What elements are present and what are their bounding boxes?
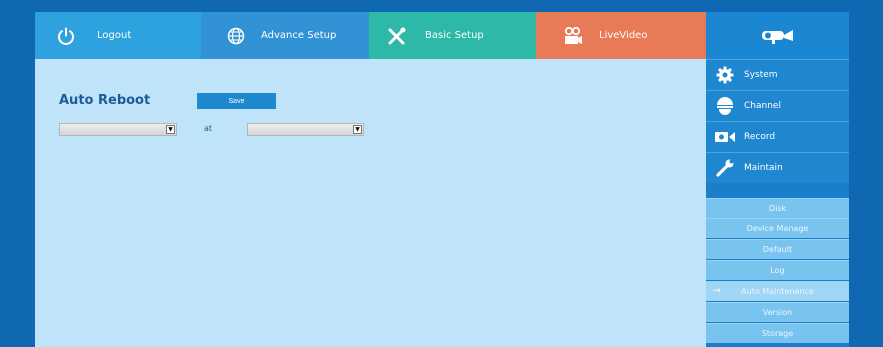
app-window: Logout Advance Setup Basic Setup LiveVid… (35, 12, 849, 347)
arrow-right-icon: → (713, 286, 721, 296)
sidebar-item-system[interactable]: System (706, 59, 849, 90)
sidebar-subitem-label: Device Manage (746, 224, 809, 233)
main-content: Auto Reboot Save ▼ at ▼ (35, 59, 706, 347)
sidebar-subitem-device-manage[interactable]: Device Manage (706, 218, 849, 238)
sidebar-subitem-disk[interactable]: Disk (706, 198, 849, 218)
sidebar-item-record[interactable]: Record (706, 121, 849, 152)
sidebar-subitem-label: Version (762, 308, 793, 317)
sidebar-subitem-label: Auto Maintenance (741, 287, 814, 296)
video-camera-icon (706, 130, 744, 144)
reboot-time-select[interactable]: ▼ (247, 123, 364, 136)
camera-icon (544, 26, 599, 46)
cctv-logo-icon (760, 27, 796, 45)
tab-logout-label: Logout (97, 30, 132, 41)
dome-camera-icon (706, 96, 744, 116)
dropdown-arrow-icon[interactable]: ▼ (166, 125, 175, 134)
save-button[interactable]: Save (197, 93, 276, 109)
top-navigation: Logout Advance Setup Basic Setup LiveVid… (35, 12, 849, 65)
sidebar-subitem-label: Storage (761, 329, 794, 338)
globe-icon (211, 27, 261, 45)
tab-advance-setup[interactable]: Advance Setup (201, 12, 369, 65)
sidebar-subitem-storage[interactable]: Storage (706, 323, 849, 343)
wrench-icon (706, 158, 744, 178)
sidebar-item-label: Maintain (744, 163, 783, 173)
sidebar-subitem-version[interactable]: Version (706, 302, 849, 322)
tab-basic-setup[interactable]: Basic Setup (369, 12, 536, 59)
page-title: Auto Reboot (59, 93, 151, 108)
at-label: at (204, 124, 213, 133)
sidebar-subitem-label: Log (770, 266, 785, 275)
tab-basic-setup-label: Basic Setup (425, 30, 484, 41)
sidebar-item-label: Record (744, 132, 776, 142)
sidebar-subitem-auto-maintenance[interactable]: → Auto Maintenance (706, 281, 849, 301)
sidebar-subitem-default[interactable]: Default (706, 239, 849, 259)
reboot-frequency-select[interactable]: ▼ (59, 123, 177, 136)
dropdown-arrow-icon[interactable]: ▼ (353, 125, 362, 134)
sidebar-item-maintain[interactable]: Maintain (706, 152, 849, 183)
gear-icon (706, 66, 744, 84)
sidebar-item-channel[interactable]: Channel (706, 90, 849, 121)
tab-live-video-label: LiveVideo (599, 30, 648, 41)
power-icon (35, 27, 97, 45)
sidebar-subitem-label: Default (762, 245, 793, 254)
sidebar-subitem-log[interactable]: Log (706, 260, 849, 280)
tab-logout[interactable]: Logout (35, 12, 201, 59)
tab-advance-setup-label: Advance Setup (261, 30, 337, 41)
tools-icon (369, 26, 425, 46)
sidebar-subitem-label: Disk (768, 204, 787, 213)
tab-live-video[interactable]: LiveVideo (536, 12, 706, 59)
sidebar: System Channel Record Maintain Disk Devi… (706, 59, 849, 347)
sidebar-item-label: System (744, 70, 778, 80)
brand-logo (706, 12, 849, 59)
sidebar-item-label: Channel (744, 101, 781, 111)
